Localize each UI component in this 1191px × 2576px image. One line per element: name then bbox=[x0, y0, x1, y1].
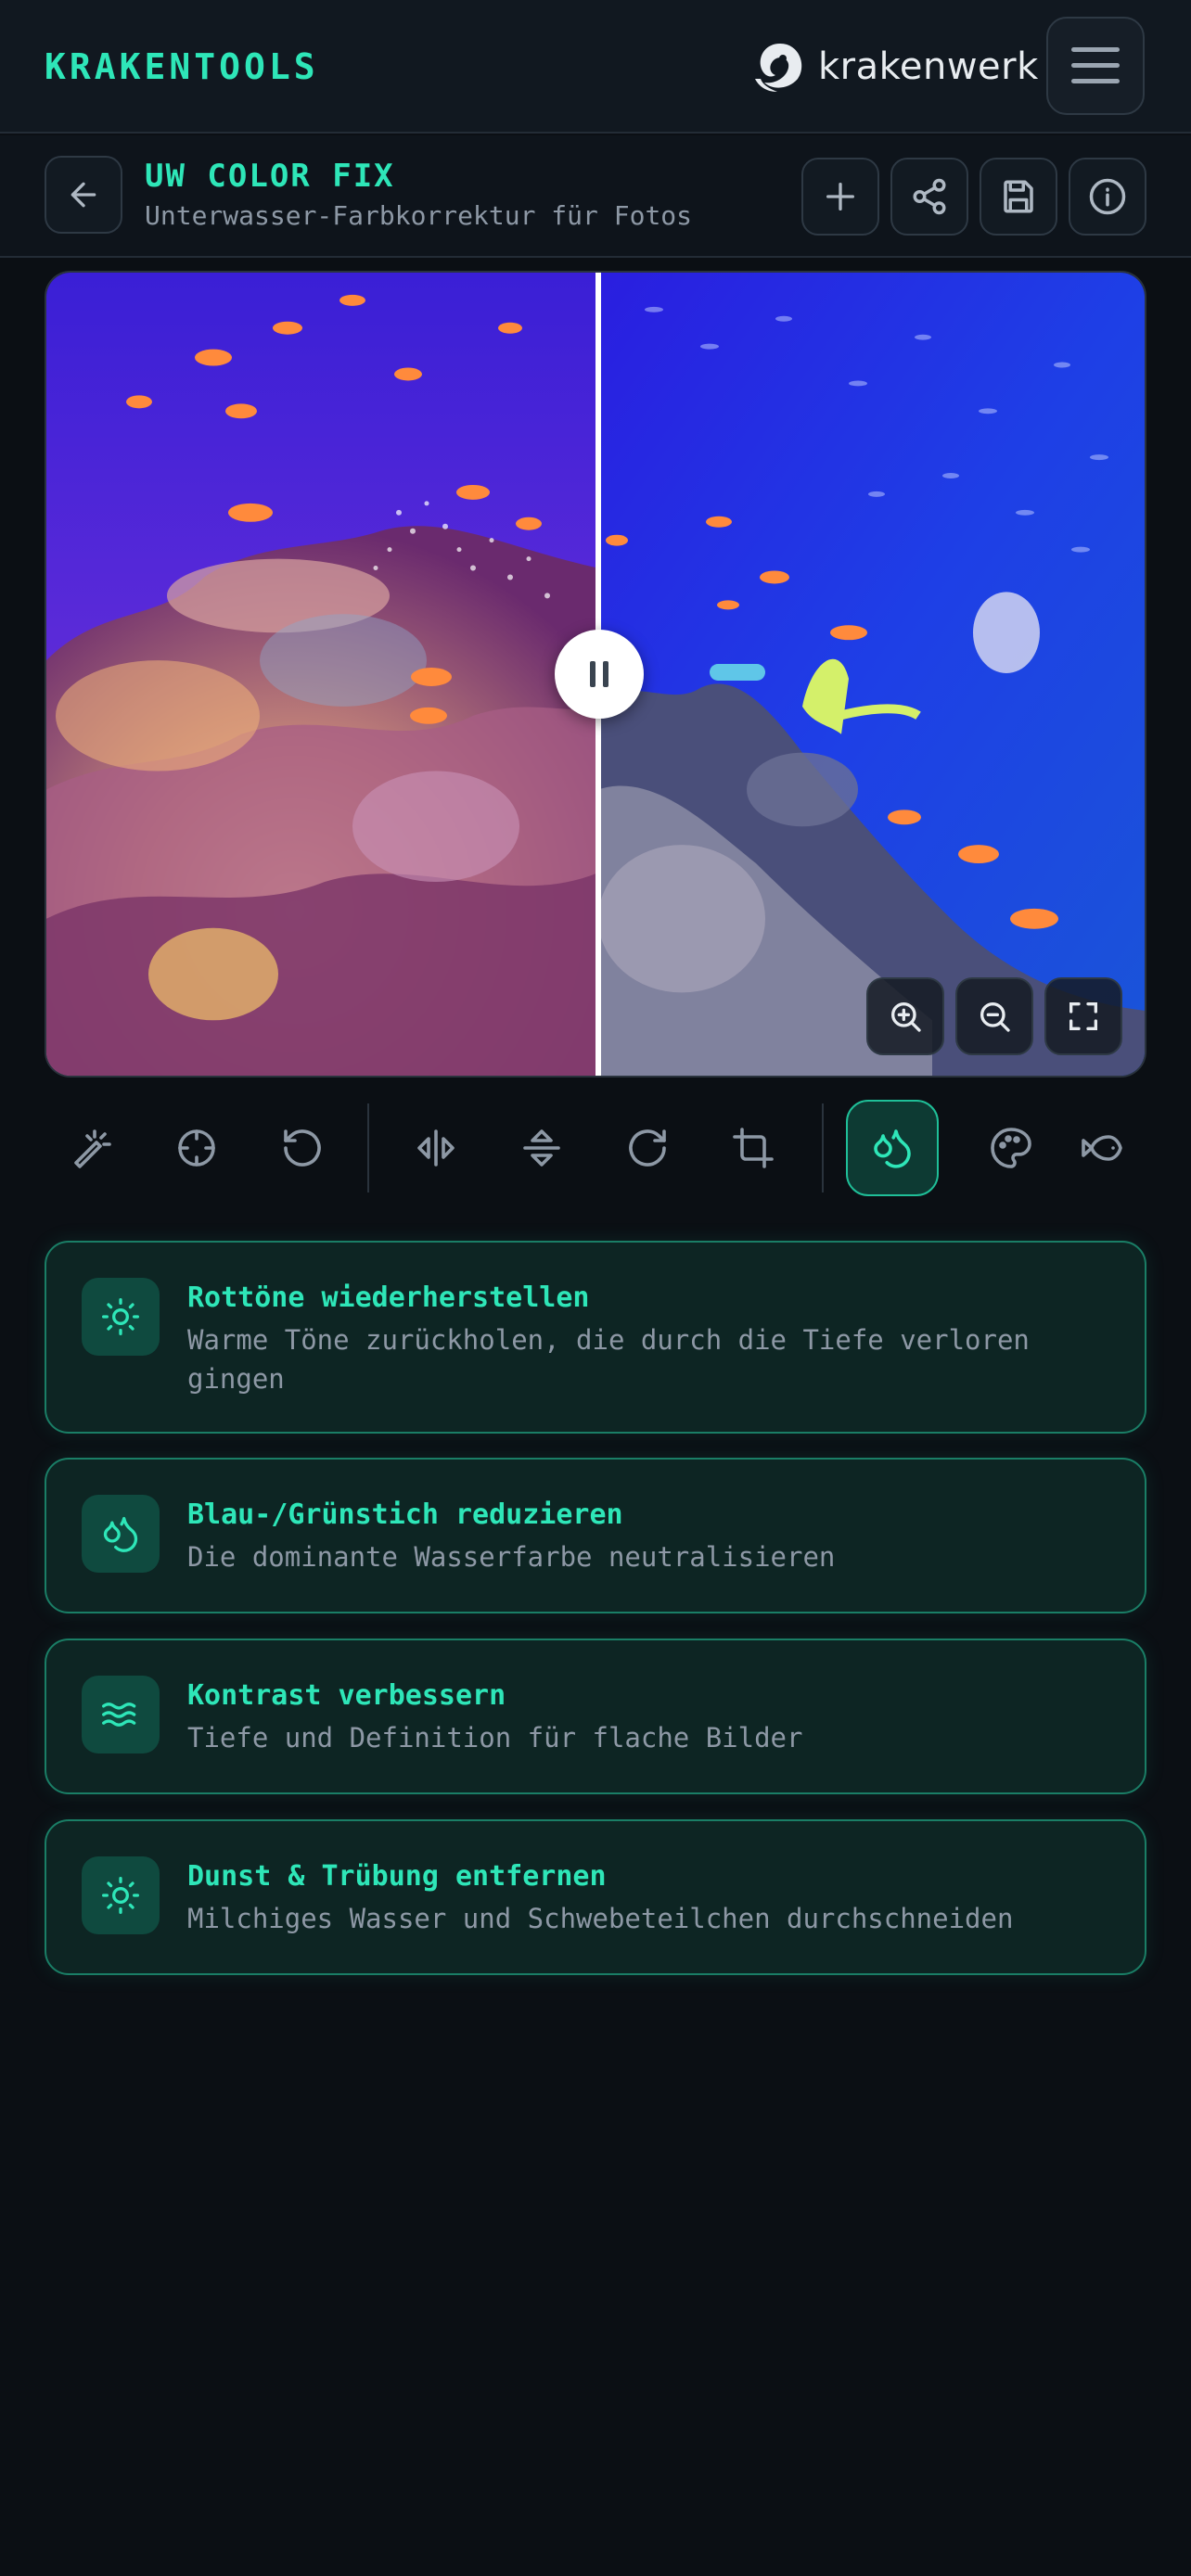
option-title: Blau-/Grünstich reduzieren bbox=[187, 1498, 623, 1531]
tool-header: UW COLOR FIX Unterwasser-Farbkorrektur f… bbox=[0, 135, 1191, 258]
plus-icon bbox=[826, 183, 854, 210]
zoom-out-button[interactable] bbox=[955, 977, 1033, 1055]
hamburger-icon bbox=[1071, 47, 1120, 83]
pause-icon bbox=[590, 661, 608, 687]
fish-button[interactable] bbox=[1056, 1100, 1148, 1196]
palette-icon bbox=[991, 1128, 1031, 1168]
option-card-red-tones[interactable]: Rottöne wiederherstellen Warme Töne zurü… bbox=[45, 1241, 1146, 1434]
option-description: Warme Töne zurückholen, die durch die Ti… bbox=[187, 1324, 1030, 1395]
fullscreen-button[interactable] bbox=[1044, 977, 1122, 1055]
zoom-in-button[interactable] bbox=[866, 977, 944, 1055]
palette-button[interactable] bbox=[965, 1100, 1057, 1196]
crop-icon bbox=[733, 1128, 774, 1168]
app-header: KRAKENTOOLS krakenwerk bbox=[0, 0, 1191, 134]
option-card-contrast[interactable]: Kontrast verbessern Tiefe und Definition… bbox=[45, 1639, 1146, 1794]
undo-button[interactable] bbox=[256, 1100, 349, 1196]
kraken-icon bbox=[755, 44, 802, 92]
flip-vertical-icon bbox=[523, 1129, 560, 1167]
undo-icon bbox=[284, 1129, 321, 1167]
flip-vertical-button[interactable] bbox=[495, 1100, 588, 1196]
add-button[interactable] bbox=[801, 158, 879, 236]
save-icon bbox=[1004, 180, 1033, 213]
info-button[interactable] bbox=[1069, 158, 1146, 236]
option-description: Die dominante Wasserfarbe neutralisieren bbox=[187, 1541, 836, 1573]
page-subtitle: Unterwasser-Farbkorrektur für Fotos bbox=[145, 200, 693, 231]
image-compare-viewer[interactable] bbox=[45, 271, 1146, 1078]
flip-horizontal-icon bbox=[417, 1129, 455, 1167]
corrected-image bbox=[46, 273, 598, 1076]
option-description: Milchiges Wasser und Schwebeteilchen dur… bbox=[187, 1903, 1014, 1934]
toolbar-divider bbox=[367, 1103, 369, 1192]
edit-toolbar bbox=[45, 1100, 1146, 1196]
zoom-out-icon bbox=[980, 1002, 1010, 1032]
option-card-haze[interactable]: Dunst & Trübung entfernen Milchiges Wass… bbox=[45, 1819, 1146, 1975]
option-title: Rottöne wiederherstellen bbox=[187, 1282, 590, 1314]
option-description: Tiefe und Definition für flache Bilder bbox=[187, 1722, 803, 1753]
color-fix-button[interactable] bbox=[846, 1100, 939, 1196]
page-title: UW COLOR FIX bbox=[145, 158, 395, 195]
flip-horizontal-button[interactable] bbox=[390, 1100, 482, 1196]
arrow-left-icon bbox=[70, 182, 96, 208]
fullscreen-icon bbox=[1069, 1002, 1097, 1030]
menu-button[interactable] bbox=[1046, 17, 1145, 115]
rotate-button[interactable] bbox=[601, 1100, 694, 1196]
share-button[interactable] bbox=[890, 158, 968, 236]
crop-button[interactable] bbox=[707, 1100, 800, 1196]
partner-logo-text: krakenwerk bbox=[818, 45, 1039, 88]
original-image bbox=[598, 273, 1145, 1076]
save-button[interactable] bbox=[980, 158, 1057, 236]
krakenwerk-logo[interactable]: krakenwerk bbox=[749, 35, 1039, 98]
back-button[interactable] bbox=[45, 156, 122, 234]
droplets-icon bbox=[874, 1129, 911, 1168]
target-button[interactable] bbox=[150, 1100, 243, 1196]
toolbar-divider bbox=[822, 1103, 824, 1192]
auto-enhance-button[interactable] bbox=[45, 1100, 137, 1196]
rotate-icon bbox=[629, 1129, 666, 1167]
option-title: Dunst & Trübung entfernen bbox=[187, 1860, 607, 1893]
sun-icon bbox=[82, 1278, 160, 1356]
droplets-icon bbox=[82, 1495, 160, 1573]
magic-wand-icon bbox=[74, 1129, 111, 1168]
sun-icon bbox=[82, 1856, 160, 1934]
waves-icon bbox=[82, 1676, 160, 1753]
fish-icon bbox=[1082, 1135, 1122, 1161]
compare-handle[interactable] bbox=[555, 630, 644, 719]
share-icon bbox=[913, 178, 946, 215]
zoom-in-icon bbox=[891, 1002, 921, 1032]
info-icon bbox=[1089, 178, 1126, 215]
brand-logo[interactable]: KRAKENTOOLS bbox=[45, 46, 319, 87]
option-title: Kontrast verbessern bbox=[187, 1679, 506, 1712]
crosshair-icon bbox=[178, 1129, 215, 1167]
option-card-color-cast[interactable]: Blau-/Grünstich reduzieren Die dominante… bbox=[45, 1458, 1146, 1613]
